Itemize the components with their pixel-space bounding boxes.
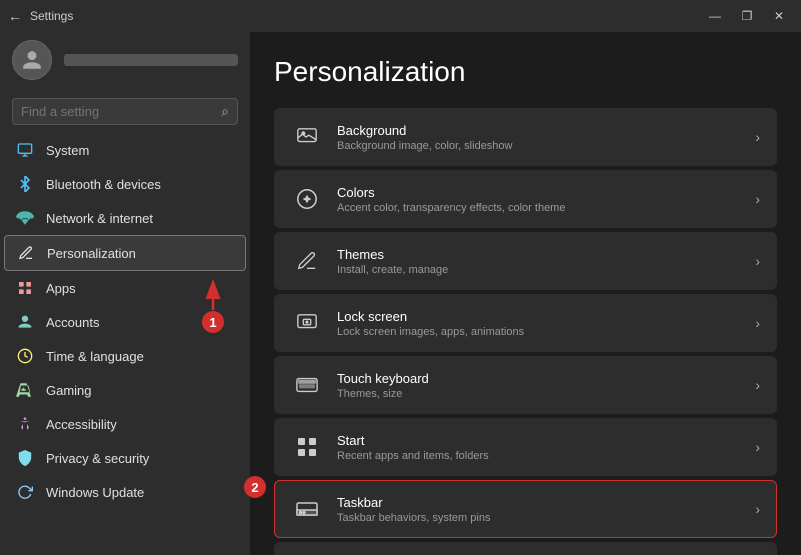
themes-chevron: › [755, 253, 760, 269]
nav-item-accounts[interactable]: Accounts [4, 305, 246, 339]
lockscreen-title: Lock screen [337, 309, 755, 324]
titlebar-left: ← Settings [8, 8, 73, 24]
taskbar-title: Taskbar [337, 495, 755, 510]
touchkeyboard-icon [291, 369, 323, 401]
background-subtitle: Background image, color, slideshow [337, 140, 755, 152]
start-text: Start Recent apps and items, folders [337, 433, 755, 462]
page-title: Personalization [274, 56, 777, 88]
setting-item-taskbar[interactable]: Taskbar Taskbar behaviors, system pins › [274, 480, 777, 538]
colors-title: Colors [337, 185, 755, 200]
lockscreen-text: Lock screen Lock screen images, apps, an… [337, 309, 755, 338]
setting-item-colors[interactable]: Colors Accent color, transparency effect… [274, 170, 777, 228]
start-subtitle: Recent apps and items, folders [337, 450, 755, 462]
personalization-icon [17, 244, 35, 262]
nav-item-accessibility[interactable]: Accessibility [4, 407, 246, 441]
nav-label-accounts: Accounts [46, 315, 99, 330]
background-title: Background [337, 123, 755, 138]
touchkeyboard-text: Touch keyboard Themes, size [337, 371, 755, 400]
nav-item-network[interactable]: Network & internet [4, 201, 246, 235]
nav-label-apps: Apps [46, 281, 76, 296]
nav-label-system: System [46, 143, 89, 158]
search-input[interactable] [21, 104, 215, 119]
nav-item-update[interactable]: Windows Update [4, 475, 246, 509]
user-name-bar [64, 54, 238, 66]
touchkeyboard-title: Touch keyboard [337, 371, 755, 386]
background-icon [291, 121, 323, 153]
taskbar-icon [291, 493, 323, 525]
colors-icon [291, 183, 323, 215]
touchkeyboard-chevron: › [755, 377, 760, 393]
nav-item-privacy[interactable]: Privacy & security [4, 441, 246, 475]
privacy-icon [16, 449, 34, 467]
nav-label-bluetooth: Bluetooth & devices [46, 177, 161, 192]
nav-item-personalization[interactable]: Personalization [4, 235, 246, 271]
setting-item-touchkeyboard[interactable]: Touch keyboard Themes, size › [274, 356, 777, 414]
search-box[interactable]: ⌕ [12, 98, 238, 125]
search-area: ⌕ [0, 92, 250, 133]
back-nav-icon[interactable]: ← [8, 8, 22, 24]
nav-label-network: Network & internet [46, 211, 153, 226]
nav-label-gaming: Gaming [46, 383, 92, 398]
avatar [12, 40, 52, 80]
system-icon [16, 141, 34, 159]
nav-label-time: Time & language [46, 349, 144, 364]
nav-item-gaming[interactable]: Gaming [4, 373, 246, 407]
content-area: Personalization Background Background im… [250, 32, 801, 555]
lockscreen-subtitle: Lock screen images, apps, animations [337, 326, 755, 338]
lockscreen-chevron: › [755, 315, 760, 331]
nav-item-bluetooth[interactable]: Bluetooth & devices [4, 167, 246, 201]
setting-item-lockscreen[interactable]: Lock screen Lock screen images, apps, an… [274, 294, 777, 352]
nav-label-update: Windows Update [46, 485, 144, 500]
accessibility-icon [16, 415, 34, 433]
apps-icon [16, 279, 34, 297]
gaming-icon [16, 381, 34, 399]
minimize-button[interactable]: — [701, 6, 729, 26]
setting-item-fonts[interactable]: A Fonts Install, manage › [274, 542, 777, 555]
start-icon [291, 431, 323, 463]
main-layout: ⌕ System Bluetooth & devices Network & i… [0, 32, 801, 555]
setting-item-themes[interactable]: Themes Install, create, manage › [274, 232, 777, 290]
nav-item-system[interactable]: System [4, 133, 246, 167]
titlebar-controls: — ❐ ✕ [701, 6, 793, 26]
close-button[interactable]: ✕ [765, 6, 793, 26]
nav-item-apps[interactable]: Apps [4, 271, 246, 305]
update-icon [16, 483, 34, 501]
colors-text: Colors Accent color, transparency effect… [337, 185, 755, 214]
colors-subtitle: Accent color, transparency effects, colo… [337, 202, 755, 214]
themes-subtitle: Install, create, manage [337, 264, 755, 276]
maximize-button[interactable]: ❐ [733, 6, 761, 26]
themes-icon [291, 245, 323, 277]
themes-title: Themes [337, 247, 755, 262]
nav-label-personalization: Personalization [47, 246, 136, 261]
network-icon [16, 209, 34, 227]
setting-item-start[interactable]: Start Recent apps and items, folders › [274, 418, 777, 476]
sidebar: ⌕ System Bluetooth & devices Network & i… [0, 32, 250, 555]
start-chevron: › [755, 439, 760, 455]
user-area [0, 32, 250, 92]
search-icon: ⌕ [221, 103, 229, 120]
nav-item-time[interactable]: Time & language [4, 339, 246, 373]
background-chevron: › [755, 129, 760, 145]
setting-item-background[interactable]: Background Background image, color, slid… [274, 108, 777, 166]
accounts-icon [16, 313, 34, 331]
touchkeyboard-subtitle: Themes, size [337, 388, 755, 400]
time-icon [16, 347, 34, 365]
titlebar-title: Settings [30, 9, 73, 23]
themes-text: Themes Install, create, manage [337, 247, 755, 276]
taskbar-chevron: › [755, 501, 760, 517]
titlebar: ← Settings — ❐ ✕ [0, 0, 801, 32]
taskbar-subtitle: Taskbar behaviors, system pins [337, 512, 755, 524]
background-text: Background Background image, color, slid… [337, 123, 755, 152]
colors-chevron: › [755, 191, 760, 207]
start-title: Start [337, 433, 755, 448]
nav-label-privacy: Privacy & security [46, 451, 149, 466]
taskbar-text: Taskbar Taskbar behaviors, system pins [337, 495, 755, 524]
bluetooth-icon [16, 175, 34, 193]
nav-label-accessibility: Accessibility [46, 417, 117, 432]
lockscreen-icon [291, 307, 323, 339]
